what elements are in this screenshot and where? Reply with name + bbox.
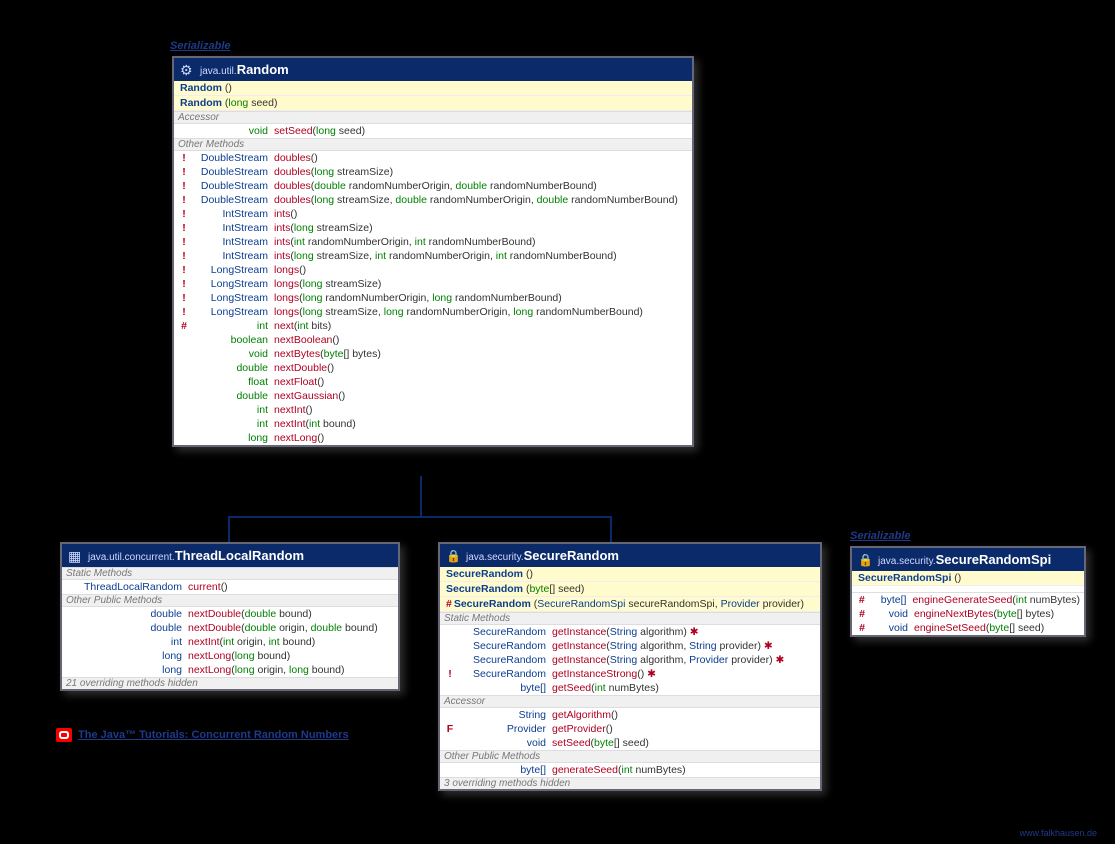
method-row: longnextLong (long bound) (62, 649, 398, 663)
constructor-row: SecureRandom () (440, 567, 820, 582)
method-row: SecureRandomgetInstance (String algorith… (440, 625, 820, 639)
method-row: !SecureRandomgetInstanceStrong () ✱ (440, 667, 820, 681)
method-row: !IntStreamints (long streamSize) (174, 221, 692, 235)
method-row: !LongStreamlongs (long randomNumberOrigi… (174, 291, 692, 305)
method-row: !LongStreamlongs () (174, 263, 692, 277)
constructor-row: #SecureRandom (SecureRandomSpi secureRan… (440, 597, 820, 612)
class-sr-title: java.security.SecureRandom (440, 544, 820, 567)
method-row: !LongStreamlongs (long streamSize, long … (174, 305, 692, 319)
section-accessor: Accessor (174, 111, 692, 124)
class-random-title: java.util.Random (174, 58, 692, 81)
constructor-row: Random () (174, 81, 692, 96)
method-row: doublenextDouble (double origin, double … (62, 621, 398, 635)
method-row: longnextLong (long origin, long bound) (62, 663, 398, 677)
class-tlr-title: java.util.concurrent.ThreadLocalRandom (62, 544, 398, 567)
method-row: #byte[]engineGenerateSeed (int numBytes) (852, 593, 1084, 607)
method-row: #voidengineSetSeed (byte[] seed) (852, 621, 1084, 635)
class-securerandom: java.security.SecureRandom SecureRandom … (438, 542, 822, 791)
class-threadlocalrandom: java.util.concurrent.ThreadLocalRandom S… (60, 542, 400, 691)
interface-label-spi: Serializable (850, 530, 911, 542)
gear-icon (180, 63, 194, 77)
grid-icon (68, 549, 82, 563)
method-row: doublenextDouble (double bound) (62, 607, 398, 621)
connector-vert1 (420, 476, 422, 516)
method-row: !LongStreamlongs (long streamSize) (174, 277, 692, 291)
tutorial-link[interactable]: The Java™ Tutorials: Concurrent Random N… (56, 728, 349, 742)
method-row: doublenextDouble () (174, 361, 692, 375)
method-row: voidsetSeed (byte[] seed) (440, 736, 820, 750)
method-row: !DoubleStreamdoubles (long streamSize, d… (174, 193, 692, 207)
method-row: !DoubleStreamdoubles () (174, 151, 692, 165)
constructor-row: Random (long seed) (174, 96, 692, 111)
section-other: Other Methods (174, 138, 692, 151)
pkg: java.util. (200, 66, 237, 77)
method-row: !DoubleStreamdoubles (double randomNumbe… (174, 179, 692, 193)
method-row: intnextInt () (174, 403, 692, 417)
method-row: ThreadLocalRandomcurrent () (62, 580, 398, 594)
oracle-icon (56, 728, 72, 742)
credit: www.falkhausen.de (1019, 828, 1097, 838)
method-row: SecureRandomgetInstance (String algorith… (440, 653, 820, 667)
constructor-row: SecureRandom (byte[] seed) (440, 582, 820, 597)
method-row: byte[]generateSeed (int numBytes) (440, 763, 820, 777)
method-row: floatnextFloat () (174, 375, 692, 389)
method-row: !IntStreamints (long streamSize, int ran… (174, 249, 692, 263)
class-random: java.util.Random Random ()Random (long s… (172, 56, 694, 447)
method-row: StringgetAlgorithm () (440, 708, 820, 722)
hidden-note: 21 overriding methods hidden (62, 677, 398, 689)
lock-icon (858, 553, 872, 567)
method-row: intnextInt (int origin, int bound) (62, 635, 398, 649)
method-row: !DoubleStreamdoubles (long streamSize) (174, 165, 692, 179)
interface-label-random: Serializable (170, 40, 231, 52)
method-row: SecureRandomgetInstance (String algorith… (440, 639, 820, 653)
class-spi-title: java.security.SecureRandomSpi (852, 548, 1084, 571)
method-row: intnextInt (int bound) (174, 417, 692, 431)
class-securerandomspi: java.security.SecureRandomSpi SecureRand… (850, 546, 1086, 637)
connector-horiz (228, 516, 612, 518)
method-row: voidnextBytes (byte[] bytes) (174, 347, 692, 361)
method-row: longnextLong () (174, 431, 692, 445)
method-row: !IntStreamints (int randomNumberOrigin, … (174, 235, 692, 249)
method-row: #intnext (int bits) (174, 319, 692, 333)
constructor-row: SecureRandomSpi () (852, 571, 1084, 586)
class-name: Random (237, 62, 289, 77)
tutorial-link-text[interactable]: The Java™ Tutorials: Concurrent Random N… (78, 729, 349, 741)
method-row: #voidengineNextBytes (byte[] bytes) (852, 607, 1084, 621)
method-row: doublenextGaussian () (174, 389, 692, 403)
method-row: voidsetSeed (long seed) (174, 124, 692, 138)
connector-vert2 (228, 516, 230, 544)
connector-vert3 (610, 516, 612, 544)
method-row: !IntStreamints () (174, 207, 692, 221)
method-row: booleannextBoolean () (174, 333, 692, 347)
method-row: FProvidergetProvider () (440, 722, 820, 736)
lock-icon (446, 549, 460, 563)
method-row: byte[]getSeed (int numBytes) (440, 681, 820, 695)
